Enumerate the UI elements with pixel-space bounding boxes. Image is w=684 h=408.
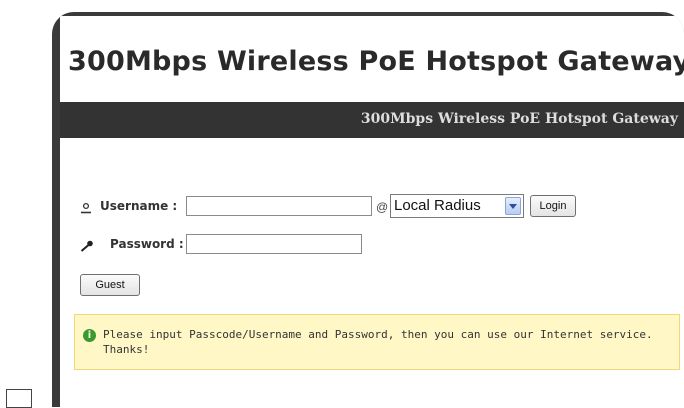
password-input[interactable]	[186, 234, 362, 254]
header-band: 300Mbps Wireless PoE Hotspot Gateway	[60, 102, 684, 138]
at-sign: @	[376, 200, 389, 214]
password-row: Password :	[80, 232, 680, 256]
login-frame: 300Mbps Wireless PoE Hotspot Gateway 300…	[52, 12, 684, 407]
username-row: Username : @ Local Radius Login	[80, 194, 680, 218]
realm-select[interactable]: Local Radius	[390, 194, 524, 218]
empty-checkbox[interactable]	[6, 389, 32, 408]
guest-button[interactable]: Guest	[80, 274, 140, 296]
notice-box: i Please input Passcode/Username and Pas…	[74, 314, 680, 370]
user-icon	[80, 199, 92, 218]
chevron-down-icon[interactable]	[505, 197, 521, 215]
login-form: Username : @ Local Radius Login Password	[60, 138, 684, 407]
header: 300Mbps Wireless PoE Hotspot Gateway	[60, 16, 684, 100]
password-label: Password :	[110, 237, 184, 251]
key-icon	[80, 237, 94, 256]
band-title: 300Mbps Wireless PoE Hotspot Gateway	[360, 111, 678, 127]
info-icon: i	[83, 329, 96, 342]
login-panel: 300Mbps Wireless PoE Hotspot Gateway 300…	[60, 16, 684, 407]
login-button[interactable]: Login	[530, 195, 576, 217]
username-input[interactable]	[186, 196, 372, 216]
username-label: Username :	[100, 199, 178, 213]
notice-message: Please input Passcode/Username and Passw…	[103, 328, 653, 356]
realm-select-value: Local Radius	[394, 197, 481, 214]
page-title: 300Mbps Wireless PoE Hotspot Gateway	[68, 46, 684, 77]
